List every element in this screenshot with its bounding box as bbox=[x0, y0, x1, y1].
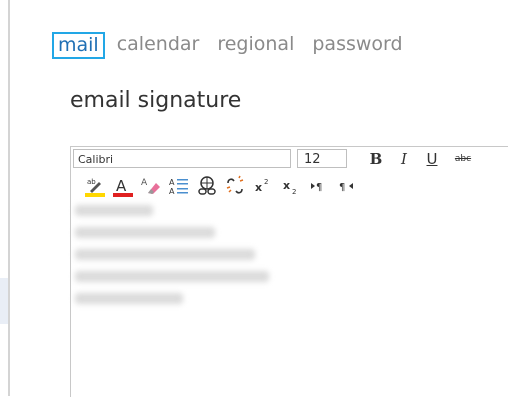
redacted-line bbox=[75, 227, 215, 238]
svg-text:x: x bbox=[283, 179, 290, 192]
redacted-line bbox=[75, 293, 183, 304]
remove-link-icon[interactable] bbox=[223, 174, 247, 198]
tab-password[interactable]: password bbox=[306, 32, 408, 58]
bold-button[interactable]: B bbox=[365, 147, 387, 171]
signature-body[interactable] bbox=[75, 205, 375, 325]
font-name-select[interactable]: Calibri bbox=[73, 149, 291, 168]
superscript-icon[interactable]: x 2 bbox=[251, 174, 275, 198]
italic-button[interactable]: I bbox=[393, 147, 415, 171]
insert-link-icon[interactable] bbox=[195, 174, 219, 198]
svg-text:A: A bbox=[169, 187, 175, 196]
rtl-icon[interactable]: ¶ bbox=[335, 174, 359, 198]
align-icon[interactable]: A A bbox=[167, 174, 191, 198]
formatting-toolbar-secondary: ab A A A A x 2 x 2 ¶ ¶ bbox=[71, 174, 508, 198]
svg-text:A: A bbox=[116, 177, 127, 195]
font-color-icon[interactable]: A bbox=[111, 174, 135, 198]
font-size-select[interactable]: 12 bbox=[297, 149, 347, 168]
svg-text:A: A bbox=[169, 178, 175, 187]
subscript-icon[interactable]: x 2 bbox=[279, 174, 303, 198]
redacted-line bbox=[75, 249, 255, 260]
frame-border bbox=[8, 0, 10, 396]
clear-formatting-icon[interactable]: A bbox=[139, 174, 163, 198]
svg-text:2: 2 bbox=[264, 178, 268, 186]
svg-text:¶: ¶ bbox=[339, 182, 345, 193]
page-title: email signature bbox=[70, 88, 242, 113]
svg-text:A: A bbox=[141, 178, 148, 188]
underline-button[interactable]: U bbox=[421, 147, 443, 171]
formatting-toolbar: Calibri 12 B I U abc bbox=[71, 147, 508, 171]
ltr-icon[interactable]: ¶ bbox=[307, 174, 331, 198]
svg-text:x: x bbox=[255, 181, 262, 194]
strikethrough-button[interactable]: abc bbox=[449, 147, 477, 171]
sidebar-highlight bbox=[0, 278, 8, 324]
svg-text:2: 2 bbox=[292, 188, 296, 196]
signature-editor: Calibri 12 B I U abc ab A A A A x 2 x 2 … bbox=[70, 146, 508, 397]
tab-regional[interactable]: regional bbox=[211, 32, 300, 58]
tab-calendar[interactable]: calendar bbox=[111, 32, 206, 58]
tab-mail[interactable]: mail bbox=[52, 31, 105, 59]
redacted-line bbox=[75, 271, 269, 282]
redacted-line bbox=[75, 205, 153, 216]
settings-nav: mail calendar regional password bbox=[52, 30, 409, 60]
svg-text:¶: ¶ bbox=[316, 182, 322, 193]
highlight-icon[interactable]: ab bbox=[83, 174, 107, 198]
svg-text:ab: ab bbox=[87, 178, 96, 186]
